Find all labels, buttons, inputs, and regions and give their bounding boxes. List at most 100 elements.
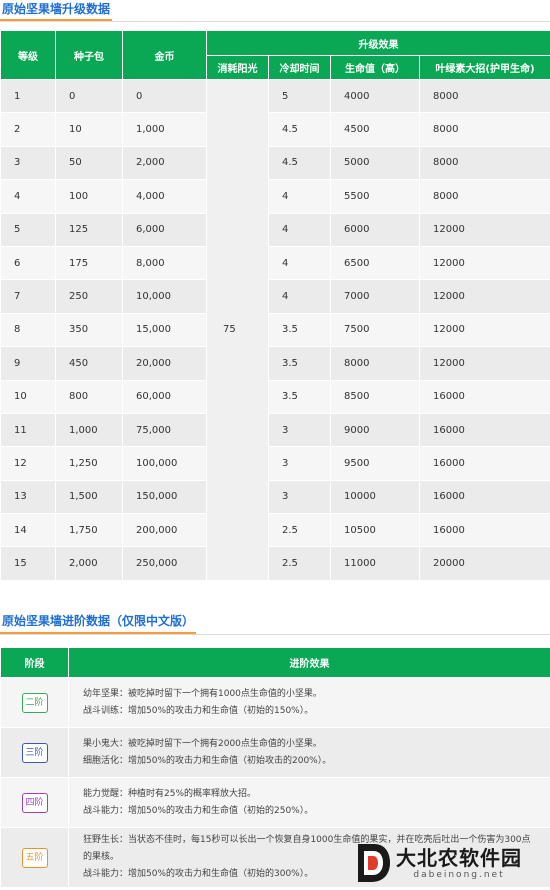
- table-row: 12 1,250 100,000 3 9500 16000: [0, 446, 550, 481]
- watermark: 大北农软件园 dabeinong.net: [354, 840, 544, 886]
- cell-level: 9: [0, 346, 56, 381]
- cell-health: 10500: [330, 513, 420, 548]
- cell-cooldown: 3: [268, 412, 331, 448]
- table-row: 14 1,750 200,000 2.5 10500 16000: [0, 513, 550, 548]
- cell-chlorophyll: 12000: [419, 212, 550, 247]
- cell-cooldown: 3: [268, 479, 331, 515]
- cell-chlorophyll: 12000: [419, 346, 550, 381]
- cell-level: 5: [0, 212, 56, 247]
- cell-stage: 四阶: [0, 777, 69, 828]
- table-row: 7 250 10,000 4 7000 12000: [0, 279, 550, 314]
- cell-health: 4500: [330, 112, 420, 147]
- cell-health: 9000: [330, 412, 420, 448]
- cell-cooldown: 4.5: [268, 112, 331, 147]
- cell-sun-cost: 75: [206, 79, 269, 581]
- header-advance-effect: 进阶效果: [68, 647, 550, 678]
- cell-health: 8500: [330, 379, 420, 414]
- cell-cooldown: 2.5: [268, 546, 331, 581]
- cell-level: 4: [0, 179, 56, 214]
- cell-coins: 6,000: [122, 212, 207, 247]
- cell-health: 7000: [330, 279, 420, 314]
- cell-advance-effect: 能力觉醒：种植时有25%的概率释放大招。 战斗能力：增加50%的攻击力和生命值（初…: [68, 777, 550, 828]
- cell-health: 10000: [330, 479, 420, 515]
- cell-seed-pack: 10: [55, 112, 123, 147]
- cell-seed-pack: 450: [55, 346, 123, 381]
- cell-cooldown: 3: [268, 446, 331, 481]
- table-row: 11 1,000 75,000 3 9000 16000: [0, 412, 550, 448]
- cell-chlorophyll: 12000: [419, 245, 550, 281]
- cell-chlorophyll: 8000: [419, 145, 550, 181]
- header-cooldown: 冷却时间: [268, 55, 331, 80]
- header-upgrade-effect: 升级效果: [206, 30, 550, 56]
- header-stage: 阶段: [0, 647, 69, 678]
- cell-level: 11: [0, 412, 56, 448]
- section-title-advance: 原始坚果墙进阶数据（仅限中文版）: [2, 614, 195, 628]
- stage-badge: 四阶: [21, 792, 48, 813]
- cell-health: 5500: [330, 179, 420, 214]
- cell-level: 6: [0, 245, 56, 281]
- table-row: 9 450 20,000 3.5 8000 12000: [0, 346, 550, 381]
- cell-seed-pack: 1,000: [55, 412, 123, 448]
- table-row: 四阶 能力觉醒：种植时有25%的概率释放大招。 战斗能力：增加50%的攻击力和生命值…: [0, 777, 550, 828]
- cell-seed-pack: 50: [55, 145, 123, 181]
- cell-coins: 100,000: [122, 446, 207, 481]
- cell-chlorophyll: 16000: [419, 446, 550, 481]
- cell-stage: 二阶: [0, 677, 69, 728]
- cell-advance-effect: 果小鬼大：被吃掉时留下一个拥有2000点生命值的小坚果。 细胞活化：增加50%的攻…: [68, 727, 550, 778]
- cell-seed-pack: 0: [55, 78, 123, 114]
- cell-stage: 三阶: [0, 727, 69, 778]
- cell-health: 8000: [330, 346, 420, 381]
- cell-coins: 200,000: [122, 513, 207, 548]
- cell-cooldown: 3.5: [268, 346, 331, 381]
- cell-seed-pack: 250: [55, 279, 123, 314]
- cell-coins: 60,000: [122, 379, 207, 414]
- cell-chlorophyll: 8000: [419, 112, 550, 147]
- effect-line: 战斗训练：增加50%的攻击力和生命值（初始的150%）。: [83, 705, 314, 716]
- table-row: 三阶 果小鬼大：被吃掉时留下一个拥有2000点生命值的小坚果。 细胞活化：增加50%…: [0, 727, 550, 778]
- table-row: 二阶 幼年坚果：被吃掉时留下一个拥有1000点生命值的小坚果。 战斗训练：增加50%…: [0, 677, 550, 728]
- cell-cooldown: 5: [268, 78, 331, 114]
- cell-seed-pack: 1,250: [55, 446, 123, 481]
- cell-seed-pack: 350: [55, 312, 123, 348]
- cell-coins: 1,000: [122, 112, 207, 147]
- cell-chlorophyll: 16000: [419, 479, 550, 515]
- header-seed-pack: 种子包: [55, 30, 123, 80]
- cell-coins: 75,000: [122, 412, 207, 448]
- cell-cooldown: 3.5: [268, 312, 331, 348]
- cell-level: 10: [0, 379, 56, 414]
- cell-coins: 2,000: [122, 145, 207, 181]
- cell-seed-pack: 175: [55, 245, 123, 281]
- cell-health: 4000: [330, 78, 420, 114]
- stage-badge: 二阶: [21, 692, 48, 713]
- cell-cooldown: 4: [268, 279, 331, 314]
- table-row: 4 100 4,000 4 5500 8000: [0, 179, 550, 214]
- cell-cooldown: 4: [268, 245, 331, 281]
- cell-chlorophyll: 16000: [419, 513, 550, 548]
- cell-cooldown: 4: [268, 179, 331, 214]
- table-row: 2 10 1,000 4.5 4500 8000: [0, 112, 550, 147]
- effect-line: 能力觉醒：种植时有25%的概率释放大招。: [83, 788, 257, 799]
- watermark-name: 大北农软件园: [396, 846, 522, 870]
- cell-advance-effect: 幼年坚果：被吃掉时留下一个拥有1000点生命值的小坚果。 战斗训练：增加50%的攻…: [68, 677, 550, 728]
- cell-level: 8: [0, 312, 56, 348]
- cell-health: 6000: [330, 212, 420, 247]
- cell-level: 7: [0, 279, 56, 314]
- table-row: 5 125 6,000 4 6000 12000: [0, 212, 550, 247]
- table-row: 6 175 8,000 4 6500 12000: [0, 245, 550, 281]
- cell-cooldown: 4.5: [268, 145, 331, 181]
- upgrade-table: 等级 种子包 金币 升级效果 消耗阳光 冷却时间 生命值（高） 叶绿素大招(护甲…: [0, 30, 550, 581]
- cell-cooldown: 2.5: [268, 513, 331, 548]
- cell-level: 15: [0, 546, 56, 581]
- table-row: 1 0 0 75 5 4000 8000: [0, 78, 550, 581]
- cell-chlorophyll: 16000: [419, 379, 550, 414]
- title-rule: [0, 634, 550, 635]
- cell-cooldown: 3.5: [268, 379, 331, 414]
- cell-seed-pack: 800: [55, 379, 123, 414]
- section-title-upgrade: 原始坚果墙升级数据: [2, 2, 111, 16]
- cell-seed-pack: 1,750: [55, 513, 123, 548]
- cell-chlorophyll: 16000: [419, 412, 550, 448]
- cell-coins: 8,000: [122, 245, 207, 281]
- cell-chlorophyll: 8000: [419, 78, 550, 114]
- header-health: 生命值（高）: [330, 55, 420, 80]
- cell-coins: 10,000: [122, 279, 207, 314]
